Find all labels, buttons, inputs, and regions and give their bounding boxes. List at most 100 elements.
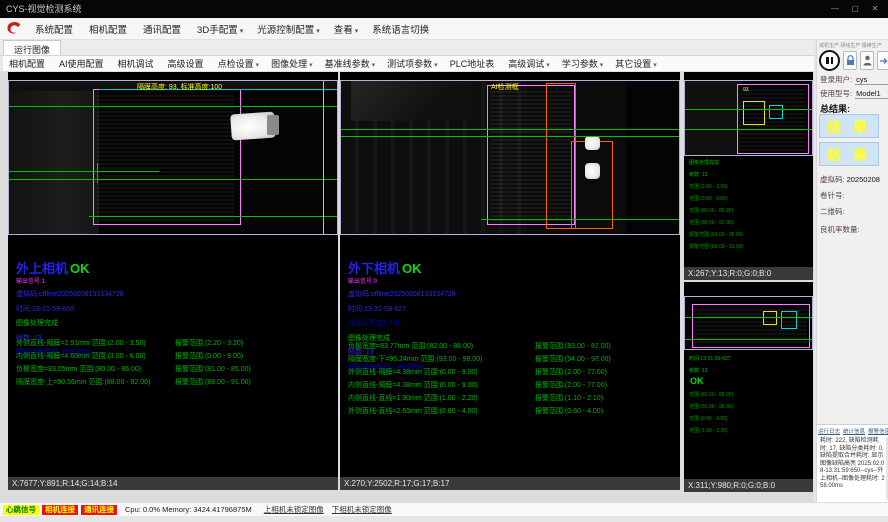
toolbar-button[interactable]: 相机调试 (112, 56, 162, 71)
toolbar-button[interactable]: 学习参数▾ (556, 56, 610, 71)
ai-detection-box-2 (571, 141, 613, 229)
machine-frame (685, 81, 740, 156)
measurement-list: 外侧直线-隔膜=2.91mm 范围:(2.00 - 3.50) 报警范围:(2.… (16, 340, 334, 392)
toolbar-button[interactable]: 测试项参数▾ (381, 56, 444, 71)
measure-line (685, 109, 813, 110)
app-window: CYS-视觉检测系统 —▢✕ 系统配置 相机配置 通讯配置 3D手配置▾ 光源控… (0, 0, 888, 522)
window-control-button[interactable]: — (826, 0, 844, 18)
info-line: 虚拟码:offline20250208133134728 (348, 291, 456, 299)
info-line: 范围:(82.00 - 88.00) (689, 392, 733, 398)
tab-run-image[interactable]: 运行图像 (3, 40, 61, 55)
toolbar-button[interactable]: 点检设置▾ (212, 56, 266, 71)
lock-icon (846, 55, 855, 66)
measurement-list: 负极宽度=83.77mm 范围:(82.00 - 88.00) 报警范围:(83… (348, 343, 676, 421)
window-control-button[interactable]: ▢ (846, 0, 864, 18)
window-control-button[interactable]: ✕ (866, 0, 884, 18)
overlay-label: AI检测框 (491, 82, 519, 92)
pixel-coords-bar: X:311;Y:980;R:0;G:0;B:0 (684, 479, 813, 492)
login-user-row: 登录用户: cys (820, 74, 888, 85)
thumbnail-image-bottom[interactable] (684, 296, 813, 350)
toolbar-button[interactable]: 其它设置▾ (609, 56, 663, 71)
lock-image-link[interactable]: 上相机未锁定图像 (264, 504, 324, 515)
machine-frame (9, 81, 99, 235)
toolbar-button[interactable]: AI使用配置 (53, 56, 112, 71)
menu-item[interactable]: 光源控制配置▾ (250, 19, 327, 39)
camera-name: 外下相机 (348, 261, 400, 276)
info-line: 时间:13-31-59-627 (689, 356, 730, 362)
menu-item[interactable]: 系统配置 (28, 19, 82, 39)
pause-button[interactable] (819, 50, 840, 71)
log-panel: 运行日志统计信息报警信息 耗时: 222, 缺陷检测耗时: 17, 缺陷分类耗时… (817, 424, 888, 502)
window-controls: —▢✕ (826, 0, 884, 18)
right-sidebar: 城机生产 研线生产 极棒生产 登录用户: cys 使用型号: Model1 总结… (816, 40, 888, 502)
chevron-down-icon: ▾ (434, 62, 438, 69)
window-title: CYS-视觉检测系统 (6, 4, 82, 14)
toolbar-button[interactable]: 高级设置 (162, 56, 212, 71)
toolbar-button[interactable]: 图像处理▾ (265, 56, 319, 71)
thumbnail-measure-lines: 范围:(82.00 - 88.00)范围:(93.00 - 98.00)范围:(… (689, 392, 733, 440)
log-tab[interactable]: 报警信息 (868, 427, 888, 435)
lock-button[interactable] (843, 51, 857, 70)
thumbnail-image-top[interactable]: 93 (684, 80, 813, 156)
tab-strip: 运行图像 (0, 40, 814, 56)
status-bar: 心跳信号相机连接通讯连接 Cpu: 0.0% Memory: 3424.4179… (0, 502, 888, 516)
measure-line (481, 219, 680, 220)
virtual-code-field: 虚拟码:20250208 (820, 174, 880, 185)
chevron-down-icon: ▾ (600, 62, 604, 69)
toolbar-button[interactable]: 基准线参数▾ (319, 56, 382, 71)
info-line: 范围:(93.00 - 98.00) (689, 404, 733, 410)
measurement-row: 隔膜宽度-下=95.24mm 范围:(93.00 - 98.00) 报警范围:(… (348, 356, 676, 364)
login-user-label: 登录用户: (820, 74, 852, 85)
info-line: 范围:(2.00 - 3.50) (689, 184, 743, 190)
measurement-row: 负极宽度=83.77mm 范围:(82.00 - 88.00) 报警范围:(83… (348, 343, 676, 351)
model-value[interactable]: Model1 (855, 89, 888, 99)
info-line: 范围:(3.00 - 6.00) (689, 196, 743, 202)
measurement-row: 负极宽度=83.05mm 范围:(80.00 - 86.00) 报警范围:(81… (16, 366, 334, 374)
camera-panel-upper-outer: 隔膜高度: 93, 标准高度:100 外上相机OK 输出信号:1 虚拟码:off… (8, 72, 338, 490)
thumbnail-panel-top: 93 图像处理完成帧数: 13范围:(2.00 - 3.50)范围:(3.00 … (684, 72, 813, 280)
login-user-value[interactable]: cys (855, 75, 888, 85)
lock-image-link[interactable]: 下相机未锁定图像 (332, 504, 392, 515)
logout-button[interactable] (877, 51, 888, 70)
pixel-coords-bar: X:270;Y:2502;R:17;G:17;B:17 (340, 477, 680, 490)
measurement-row: 外侧直线-直线=2.65mm 范围:(0.60 - 4.00) 报警范围:(0.… (348, 408, 676, 416)
menu-item[interactable]: 相机配置 (82, 19, 136, 39)
thumbnail-info-lines: 图像处理完成帧数: 13范围:(2.00 - 3.50)范围:(3.00 - 6… (689, 160, 743, 256)
status-badge: 心跳信号 (3, 505, 39, 515)
overlay-box (763, 311, 777, 325)
info-line: 帧数: 13 (689, 368, 730, 374)
menu-item[interactable]: 通讯配置 (136, 19, 190, 39)
status-badge: 通讯连接 (81, 505, 117, 515)
toolbar-button[interactable]: PLC地址表 (444, 56, 503, 71)
measure-line (685, 317, 813, 318)
menu-item[interactable]: 系统语言切换 (365, 19, 438, 39)
pause-icon (826, 57, 829, 64)
result-box-2: 结 果 (819, 142, 879, 166)
detection-box (93, 89, 241, 225)
log-tab[interactable]: 运行日志 (818, 427, 840, 435)
info-line: 报警范围:(89.00 - 91.00) (689, 244, 743, 250)
result-box-1: 结 果 (819, 114, 879, 138)
camera-name: 外上相机 (16, 261, 68, 276)
measure-line (9, 179, 338, 180)
camera-image-lower-outer[interactable]: AI检测框 (340, 80, 680, 235)
menu-bar: 系统配置 相机配置 通讯配置 3D手配置▾ 光源控制配置▾ 查看▾ 系统语言切换 (0, 18, 888, 40)
log-tab[interactable]: 统计信息 (843, 427, 865, 435)
machine-frame-top (351, 81, 471, 121)
info-line: 图像处理完成 (348, 335, 456, 343)
toolbar-button[interactable]: 高级调试▾ (502, 56, 556, 71)
info-line: 时间:13-31-59-650 (16, 306, 124, 314)
log-tabs: 运行日志统计信息报警信息 (817, 425, 888, 437)
toolbar-button[interactable]: 相机配置 (3, 56, 53, 71)
chevron-down-icon: ▾ (372, 62, 376, 69)
chevron-down-icon: ▾ (546, 62, 550, 69)
overlay-box (769, 105, 783, 119)
menu-item[interactable]: 查看▾ (327, 19, 366, 39)
sidebar-buttons (819, 50, 888, 71)
info-line: 虚拟码:offline20250208133134728 (16, 291, 124, 299)
measurement-row: 外侧直线-隔膜=2.91mm 范围:(2.00 - 3.50) 报警范围:(2.… (16, 340, 334, 348)
measure-line (341, 129, 680, 130)
camera-image-upper-outer[interactable]: 隔膜高度: 93, 标准高度:100 (8, 80, 338, 235)
user-button[interactable] (860, 51, 874, 70)
menu-item[interactable]: 3D手配置▾ (190, 19, 250, 39)
